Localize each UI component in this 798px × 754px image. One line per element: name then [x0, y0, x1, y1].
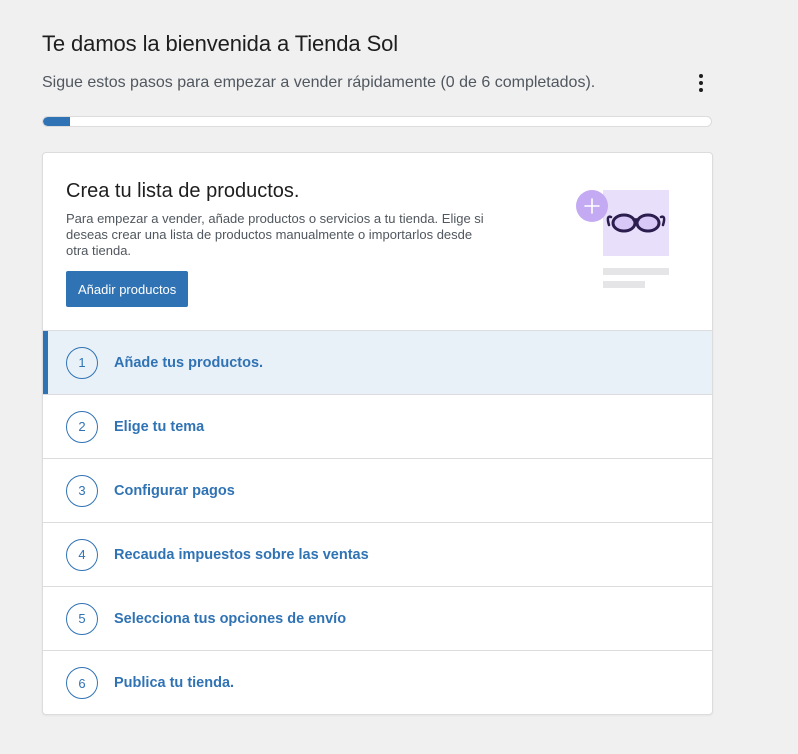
task-title: Crea tu lista de productos. — [66, 180, 300, 202]
step-item-choose-theme[interactable]: 2 Elige tu tema — [43, 395, 712, 459]
step-number-badge: 3 — [66, 474, 98, 507]
step-label: Elige tu tema — [114, 418, 205, 435]
add-products-button[interactable]: Añadir productos — [66, 271, 189, 307]
setup-progress-bar — [42, 116, 712, 127]
setup-card: Crea tu lista de productos. Para empezar… — [42, 152, 713, 715]
step-item-launch-store[interactable]: 6 Publica tu tienda. — [43, 651, 712, 714]
step-item-payments[interactable]: 3 Configurar pagos — [43, 459, 712, 523]
glasses-product-illustration — [576, 190, 669, 288]
step-number-badge: 2 — [66, 410, 98, 443]
vertical-ellipsis-icon[interactable] — [690, 70, 712, 96]
step-number-badge: 6 — [66, 667, 98, 699]
step-label: Publica tu tienda. — [114, 675, 235, 691]
page-title: Te damos la bienvenida a Tienda Sol — [42, 31, 399, 56]
step-number-badge: 4 — [66, 538, 98, 571]
step-number-badge: 5 — [66, 602, 98, 635]
task-description: Para empezar a vender, añade productos o… — [66, 211, 484, 258]
step-number-badge: 1 — [66, 346, 98, 379]
step-label: Recauda impuestos sobre las ventas — [114, 546, 369, 563]
step-item-add-products[interactable]: 1 Añade tus productos. — [43, 331, 712, 395]
task-detail-panel: Crea tu lista de productos. Para empezar… — [43, 153, 712, 331]
setup-page: Te damos la bienvenida a Tienda Sol Sigu… — [0, 0, 798, 754]
progress-fill — [43, 117, 70, 126]
step-label: Configurar pagos — [114, 482, 235, 499]
setup-steps-list: 1 Añade tus productos. 2 Elige tu tema 3… — [43, 331, 712, 714]
step-item-taxes[interactable]: 4 Recauda impuestos sobre las ventas — [43, 523, 712, 587]
step-label: Selecciona tus opciones de envío — [114, 610, 347, 627]
step-label: Añade tus productos. — [114, 354, 264, 371]
page-subtitle: Sigue estos pasos para empezar a vender … — [42, 74, 596, 91]
step-item-shipping[interactable]: 5 Selecciona tus opciones de envío — [43, 587, 712, 651]
